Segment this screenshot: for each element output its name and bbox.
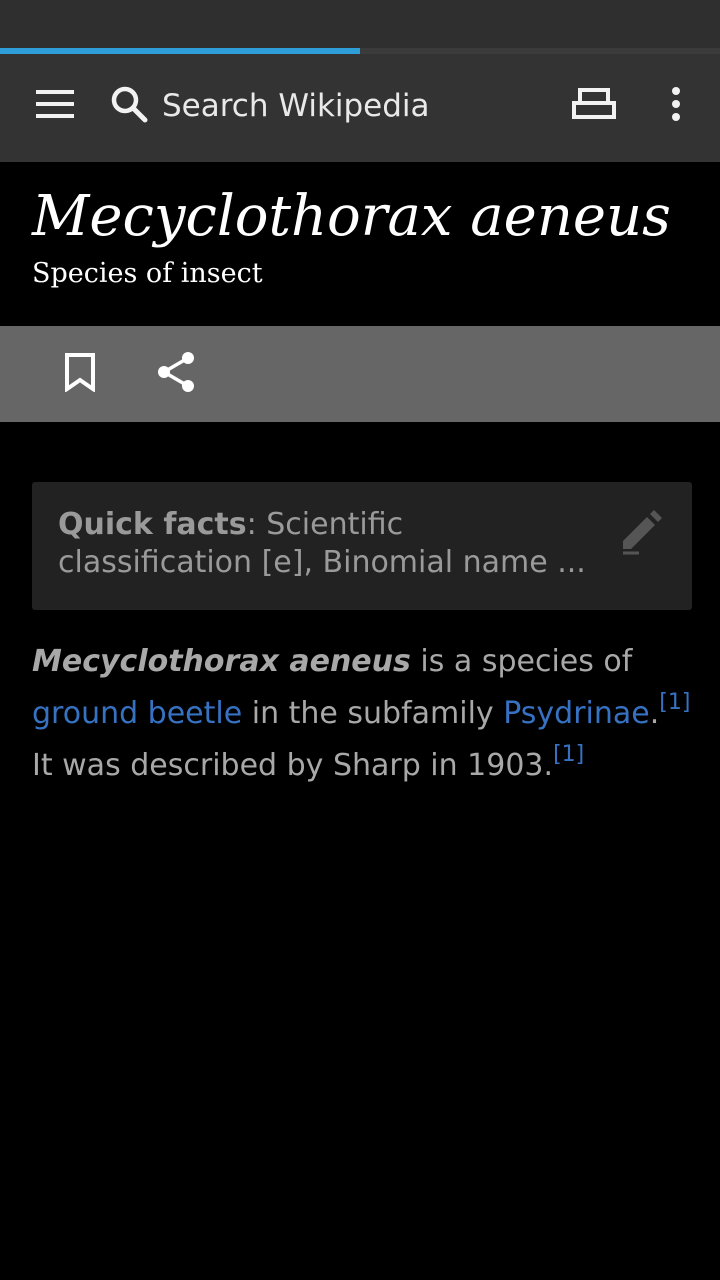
body-text: in the subfamily: [242, 696, 504, 731]
body-text: It was described by Sharp in 1903.: [32, 748, 554, 783]
search-placeholder: Search Wikipedia: [162, 88, 430, 124]
share-icon: [156, 351, 196, 398]
article-description: Species of insect: [32, 258, 263, 289]
quick-facts-text: Quick facts: Scientific classification […: [58, 506, 598, 582]
edit-button[interactable]: [608, 500, 674, 566]
article-lead-paragraph: Mecyclothorax aeneus is a species of gro…: [32, 636, 692, 792]
status-bar: [0, 0, 720, 48]
quick-facts-label: Quick facts: [58, 507, 247, 542]
reference-link[interactable]: [1]: [659, 690, 690, 715]
search-icon: [110, 85, 148, 128]
reading-lists-button[interactable]: [556, 76, 632, 136]
save-button[interactable]: [52, 342, 108, 406]
link-ground-beetle[interactable]: ground beetle: [32, 696, 242, 731]
bookmark-icon: [64, 352, 96, 397]
page-title: Mecyclothorax aeneus: [32, 184, 671, 249]
reference-link[interactable]: [1]: [553, 742, 584, 767]
more-vert-icon: [670, 86, 682, 127]
reading-lists-icon: [572, 87, 616, 126]
share-button[interactable]: [148, 342, 204, 406]
body-text: is a species of: [410, 644, 633, 679]
article-action-bar: [0, 326, 720, 422]
article-header: Mecyclothorax aeneus Species of insect: [0, 162, 720, 326]
overflow-menu-button[interactable]: [646, 76, 706, 136]
quick-facts-box[interactable]: Quick facts: Scientific classification […: [32, 482, 692, 610]
menu-icon: [36, 89, 76, 124]
search-bar[interactable]: Search Wikipedia: [110, 76, 540, 136]
body-text: .: [649, 696, 660, 731]
article-subject: Mecyclothorax aeneus: [32, 644, 411, 679]
link-psydrinae[interactable]: Psydrinae: [503, 696, 650, 731]
menu-button[interactable]: [16, 76, 96, 136]
edit-pencil-icon: [617, 507, 665, 560]
top-toolbar: Search Wikipedia: [0, 54, 720, 162]
